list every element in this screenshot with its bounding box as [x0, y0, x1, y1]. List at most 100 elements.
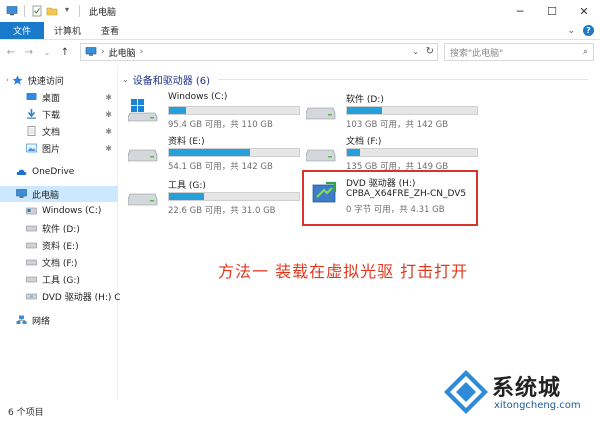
quick-access-dropdown-icon[interactable]: ▾ — [61, 5, 73, 17]
windows-drive-icon — [26, 206, 37, 216]
address-row: ← → ⌄ ↑ › 此电脑 › ⌄ ↻ 搜索"此电脑" ⌕ — [0, 40, 600, 64]
nav-drive-f[interactable]: 文档 (F:) — [0, 254, 118, 270]
tutorial-annotation: 方法一 装载在虚拟光驱 打击打开 — [218, 262, 469, 281]
group-title: 设备和驱动器 (6) — [132, 76, 211, 87]
nav-label: 网络 — [32, 316, 51, 327]
nav-item-documents[interactable]: 文档 ✱ — [0, 123, 118, 139]
drive-tile-e[interactable]: 资料 (E:) 54.1 GB 可用，共 142 GB — [120, 134, 300, 174]
drive-usage-fill — [169, 149, 250, 156]
address-bar[interactable]: › 此电脑 › ⌄ ↻ — [80, 43, 438, 61]
drive-icon — [26, 240, 37, 250]
drive-icon — [128, 149, 158, 162]
dvd-drive-icon — [312, 181, 337, 203]
divider — [24, 5, 25, 17]
divider — [218, 79, 588, 80]
drive-name: DVD 驱动器 (H:) — [346, 179, 416, 189]
nav-network[interactable]: 网络 — [0, 312, 118, 328]
pin-icon[interactable]: ✱ — [105, 110, 112, 119]
drive-free-space: 95.4 GB 可用，共 110 GB — [168, 120, 273, 130]
nav-label: 资料 (E:) — [42, 241, 79, 252]
nav-item-pictures[interactable]: 图片 ✱ — [0, 140, 118, 156]
nav-drive-g[interactable]: 工具 (G:) — [0, 271, 118, 287]
item-count: 6 个项目 — [8, 408, 44, 418]
nav-label: OneDrive — [32, 167, 75, 177]
refresh-icon[interactable]: ↻ — [426, 46, 434, 57]
drive-free-space: 103 GB 可用，共 142 GB — [346, 120, 449, 130]
group-header-devices[interactable]: ⌄ 设备和驱动器 (6) — [122, 72, 210, 87]
nav-drive-e[interactable]: 资料 (E:) — [0, 237, 118, 253]
properties-icon[interactable] — [31, 5, 43, 17]
drive-volume-label: CPBA_X64FRE_ZH-CN_DV5 — [346, 189, 467, 199]
drive-icon — [26, 274, 37, 284]
up-button[interactable]: ↑ — [58, 45, 72, 59]
nav-drive-c[interactable]: Windows (C:) — [0, 203, 118, 219]
nav-item-downloads[interactable]: 下载 ✱ — [0, 106, 118, 122]
drive-usage-bar — [168, 192, 300, 201]
nav-onedrive[interactable]: OneDrive — [0, 164, 118, 180]
drive-tile-dvd[interactable]: DVD 驱动器 (H:) CPBA_X64FRE_ZH-CN_DV5 0 字节 … — [302, 170, 478, 226]
pin-icon[interactable]: ✱ — [105, 127, 112, 136]
drive-usage-fill — [169, 193, 205, 200]
nav-label: 下载 — [42, 110, 61, 121]
drive-icon — [306, 149, 336, 162]
drive-usage-bar — [346, 148, 478, 157]
computer-icon — [6, 5, 18, 17]
close-button[interactable]: ✕ — [568, 0, 600, 22]
drive-tile-d[interactable]: 软件 (D:) 103 GB 可用，共 142 GB — [298, 92, 478, 132]
recent-locations-button[interactable]: ⌄ — [40, 45, 54, 59]
desktop-icon — [26, 92, 37, 102]
nav-label: 软件 (D:) — [42, 224, 80, 235]
drive-name: Windows (C:) — [168, 92, 228, 102]
nav-quick-access[interactable]: › 快速访问 — [0, 72, 118, 88]
back-button[interactable]: ← — [4, 45, 18, 59]
expand-arrow-icon[interactable]: › — [6, 76, 9, 84]
help-icon[interactable]: ? — [583, 25, 594, 36]
nav-label: 文档 (F:) — [42, 258, 78, 269]
drive-tile-g[interactable]: 工具 (G:) 22.6 GB 可用，共 31.0 GB — [120, 178, 300, 218]
nav-drive-d[interactable]: 软件 (D:) — [0, 220, 118, 236]
search-input[interactable]: 搜索"此电脑" ⌕ — [444, 43, 594, 61]
pin-icon[interactable]: ✱ — [105, 144, 112, 153]
nav-label: 工具 (G:) — [42, 275, 80, 286]
drive-usage-bar — [168, 148, 300, 157]
drive-free-space: 22.6 GB 可用，共 31.0 GB — [168, 206, 276, 216]
new-folder-icon[interactable] — [46, 5, 58, 17]
drive-usage-bar — [346, 106, 478, 115]
windows-drive-icon — [128, 99, 158, 122]
drive-free-space: 0 字节 可用，共 4.31 GB — [346, 205, 445, 215]
nav-label: 此电脑 — [32, 190, 60, 201]
maximize-button[interactable]: ☐ — [536, 0, 568, 22]
minimize-button[interactable]: ─ — [504, 0, 536, 22]
brand-name: 系统城 — [492, 376, 562, 401]
tab-file[interactable]: 文件 — [0, 22, 44, 39]
drive-usage-fill — [347, 107, 383, 114]
watermark: 系统城 xitongcheng.com — [440, 364, 600, 422]
drive-icon — [306, 107, 336, 120]
breadcrumb-this-pc[interactable]: 此电脑 — [109, 46, 136, 59]
nav-item-desktop[interactable]: 桌面 ✱ — [0, 89, 118, 105]
nav-label: 图片 — [42, 144, 61, 155]
cloud-icon — [16, 167, 27, 177]
ribbon-tabs: 文件 计算机 查看 ⌄ ? — [0, 22, 600, 40]
forward-button[interactable]: → — [22, 45, 36, 59]
tab-computer[interactable]: 计算机 — [44, 22, 91, 39]
drive-usage-bar — [168, 106, 300, 115]
nav-this-pc[interactable]: 此电脑 — [0, 186, 118, 202]
drive-icon — [128, 193, 158, 206]
content-pane: ⌄ 设备和驱动器 (6) Windows (C:) 95.4 GB 可用，共 1… — [120, 66, 600, 400]
nav-drive-h[interactable]: DVD 驱动器 (H:) C — [0, 288, 121, 304]
address-dropdown-icon[interactable]: ⌄ — [412, 47, 419, 56]
drive-tile-c[interactable]: Windows (C:) 95.4 GB 可用，共 110 GB — [120, 92, 300, 132]
collapse-arrow-icon[interactable]: ⌄ — [122, 75, 129, 84]
drive-icon — [26, 223, 37, 233]
expand-ribbon-icon[interactable]: ⌄ — [567, 26, 575, 36]
pin-icon[interactable]: ✱ — [105, 93, 112, 102]
network-icon — [16, 315, 27, 325]
tab-view[interactable]: 查看 — [91, 22, 129, 39]
drive-name: 文档 (F:) — [346, 137, 382, 147]
drive-tile-f[interactable]: 文档 (F:) 135 GB 可用，共 149 GB — [298, 134, 478, 174]
title-bar: ▾ 此电脑 ─ ☐ ✕ — [0, 0, 600, 22]
drive-name: 软件 (D:) — [346, 95, 384, 105]
window-title: 此电脑 — [89, 7, 117, 18]
star-icon — [12, 75, 23, 85]
